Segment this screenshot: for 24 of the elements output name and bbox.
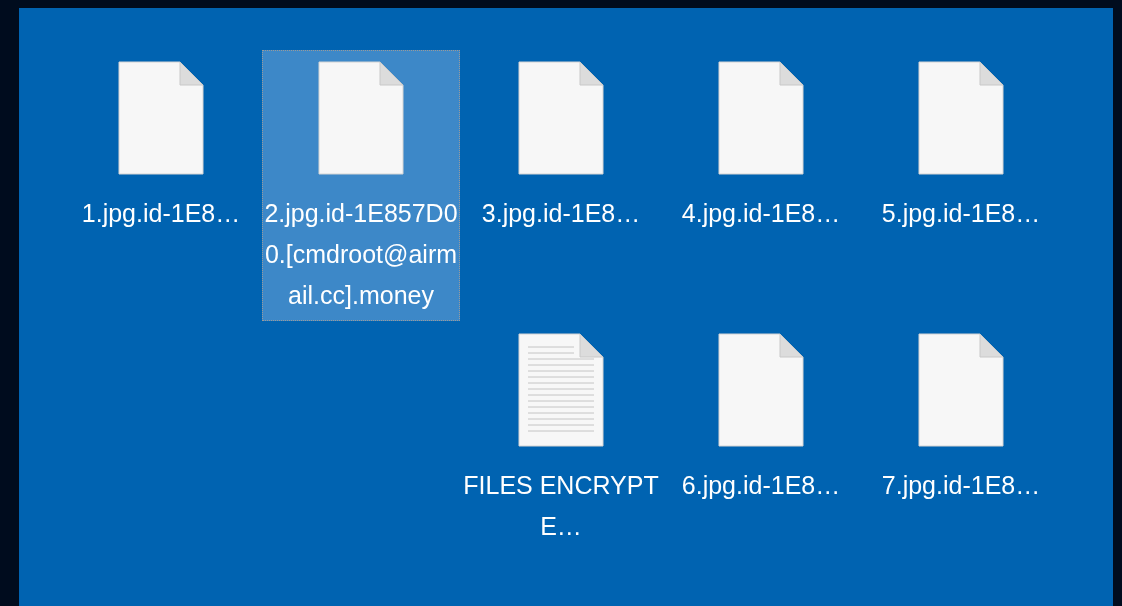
blank-document-icon bbox=[118, 61, 204, 175]
blank-document-icon bbox=[718, 61, 804, 175]
file-name: 7.jpg.id-1E8… bbox=[880, 470, 1042, 501]
blank-document-icon bbox=[918, 61, 1004, 175]
file-item[interactable]: 5.jpg.id-1E8… bbox=[862, 50, 1060, 239]
file-item[interactable]: 4.jpg.id-1E8… bbox=[662, 50, 860, 239]
file-name: 6.jpg.id-1E8… bbox=[680, 470, 842, 501]
text-document-icon bbox=[518, 333, 604, 447]
file-name: 3.jpg.id-1E8… bbox=[480, 198, 642, 229]
file-item[interactable]: 7.jpg.id-1E8… bbox=[862, 322, 1060, 511]
file-item[interactable]: 2.jpg.id-1E857D00.[cmdroot@airmail.cc].money bbox=[262, 50, 460, 321]
file-item[interactable]: FILES ENCRYPTE… bbox=[462, 322, 660, 552]
blank-document-icon bbox=[518, 61, 604, 175]
blank-document-icon bbox=[718, 333, 804, 447]
file-item[interactable]: 6.jpg.id-1E8… bbox=[662, 322, 860, 511]
file-name: FILES ENCRYPTE… bbox=[463, 470, 659, 542]
file-name: 5.jpg.id-1E8… bbox=[880, 198, 1042, 229]
blank-document-icon bbox=[318, 61, 404, 175]
file-name: 1.jpg.id-1E8… bbox=[80, 198, 242, 229]
blank-document-icon bbox=[918, 333, 1004, 447]
file-item[interactable]: 3.jpg.id-1E8… bbox=[462, 50, 660, 239]
file-item[interactable]: 1.jpg.id-1E8… bbox=[62, 50, 260, 239]
file-name: 4.jpg.id-1E8… bbox=[680, 198, 842, 229]
file-name: 2.jpg.id-1E857D00.[cmdroot@airmail.cc].money bbox=[263, 198, 459, 311]
